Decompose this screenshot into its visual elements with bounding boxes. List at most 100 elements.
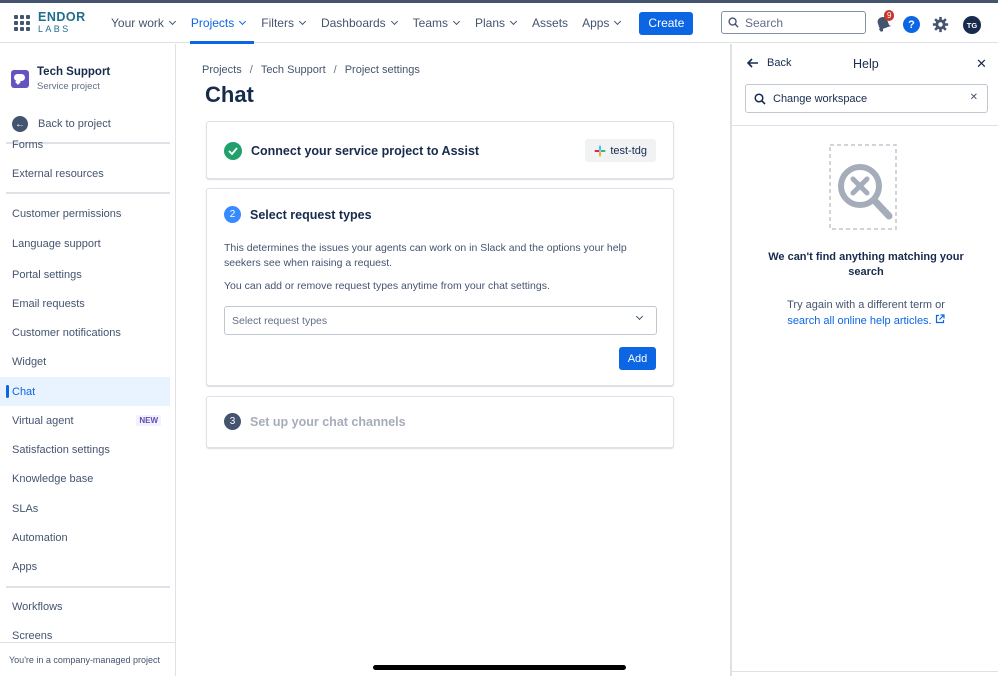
search-icon bbox=[754, 92, 766, 105]
request-types-select[interactable]: Select request types bbox=[224, 306, 657, 335]
sidebar-divider bbox=[6, 586, 170, 588]
breadcrumb-tech-support[interactable]: Tech Support bbox=[261, 64, 326, 76]
chevron-down-icon bbox=[390, 17, 398, 26]
settings-button[interactable] bbox=[932, 16, 949, 33]
new-badge: NEW bbox=[136, 415, 161, 426]
step2-title: Select request types bbox=[250, 207, 372, 222]
empty-state-sub: Try again with a different term or bbox=[787, 299, 945, 311]
check-circle-icon bbox=[224, 142, 242, 160]
nav-projects[interactable]: Projects bbox=[184, 3, 255, 44]
step3-card: 3 Set up your chat channels bbox=[206, 396, 674, 448]
sidebar-item-automation[interactable]: Automation bbox=[0, 523, 170, 552]
endor-labs-logo[interactable]: ENDOR LABS bbox=[38, 11, 92, 34]
sidebar-item-label: Customer notifications bbox=[12, 326, 121, 339]
sidebar-item-knowledge-base[interactable]: Knowledge base bbox=[0, 464, 170, 493]
nav-your-work[interactable]: Your work bbox=[104, 3, 184, 43]
nav-apps[interactable]: Apps bbox=[575, 3, 629, 43]
nav-assets[interactable]: Assets bbox=[525, 3, 575, 43]
help-search-input[interactable]: Change workspace ✕ bbox=[745, 84, 988, 113]
gear-icon bbox=[932, 16, 949, 33]
global-search-input[interactable]: Search bbox=[721, 11, 866, 34]
logo-line1: ENDOR bbox=[38, 10, 86, 24]
chevron-down-icon bbox=[298, 17, 306, 26]
empty-state-text: Try again with a different term or searc… bbox=[760, 297, 972, 329]
create-button[interactable]: Create bbox=[639, 11, 694, 35]
sidebar-item-satisfaction-settings[interactable]: Satisfaction settings bbox=[0, 435, 170, 464]
sidebar-footer: You're in a company-managed project bbox=[0, 642, 175, 676]
sidebar-item-slas[interactable]: SLAs bbox=[0, 494, 170, 523]
user-avatar[interactable]: TG bbox=[963, 16, 981, 34]
sidebar-item-label: Language support bbox=[12, 237, 101, 250]
help-back-button[interactable]: Back bbox=[747, 57, 791, 69]
help-button[interactable]: ? bbox=[903, 16, 920, 33]
nav-label: Assets bbox=[532, 16, 569, 30]
breadcrumb-projects[interactable]: Projects bbox=[202, 64, 242, 76]
sidebar-divider bbox=[6, 192, 170, 194]
sidebar-item-label: Portal settings bbox=[12, 268, 82, 281]
help-title: Help bbox=[853, 57, 879, 71]
search-icon bbox=[728, 17, 739, 28]
sidebar-item-customer-notifications[interactable]: Customer notifications bbox=[0, 318, 170, 347]
sidebar-item-virtual-agent[interactable]: Virtual agent NEW bbox=[0, 406, 170, 435]
sidebar-item-label: Virtual agent bbox=[12, 414, 74, 427]
chevron-down-icon bbox=[635, 312, 644, 321]
close-icon[interactable]: ✕ bbox=[976, 56, 987, 72]
chevron-down-icon bbox=[510, 17, 518, 26]
sidebar-item-label: Widget bbox=[12, 355, 47, 368]
help-panel: Back Help ✕ Change workspace ✕ We can't … bbox=[730, 44, 998, 676]
sidebar-item-chat[interactable]: Chat bbox=[0, 377, 170, 406]
breadcrumb: Projects / Tech Support / Project settin… bbox=[202, 64, 420, 76]
sidebar-item-label: Satisfaction settings bbox=[12, 443, 110, 456]
nav-label: Apps bbox=[582, 16, 610, 30]
project-sidebar: Tech Support Service project ← Back to p… bbox=[0, 44, 176, 676]
sidebar-item-workflows[interactable]: Workflows bbox=[0, 592, 170, 621]
back-to-project-label: Back to project bbox=[38, 118, 111, 130]
nav-label: Teams bbox=[412, 16, 449, 30]
nav-teams[interactable]: Teams bbox=[406, 3, 468, 43]
sidebar-item-label: Forms bbox=[12, 138, 44, 151]
external-link-icon bbox=[935, 314, 945, 324]
sidebar-item-external-resources[interactable]: External resources bbox=[0, 159, 170, 188]
logo-line2: LABS bbox=[38, 23, 71, 34]
chevron-down-icon bbox=[168, 17, 176, 26]
sidebar-item-email-requests[interactable]: Email requests bbox=[0, 289, 170, 318]
notifications-button[interactable]: 9 bbox=[874, 10, 895, 33]
top-navigation: ENDOR LABS Your work Projects Filters Da… bbox=[0, 3, 998, 44]
slack-workspace-pill[interactable]: test-tdg bbox=[585, 139, 656, 162]
home-indicator bbox=[373, 665, 626, 670]
step2-number: 2 bbox=[224, 206, 241, 223]
help-header: Back Help ✕ bbox=[732, 44, 998, 84]
sidebar-item-customer-permissions[interactable]: Customer permissions bbox=[0, 199, 170, 228]
sidebar-item-label: Workflows bbox=[12, 600, 63, 613]
sidebar-item-apps[interactable]: Apps bbox=[0, 552, 170, 581]
breadcrumb-separator: / bbox=[249, 64, 253, 76]
sidebar-item-portal-settings[interactable]: Portal settings bbox=[0, 260, 170, 289]
search-placeholder: Search bbox=[745, 15, 784, 30]
add-button[interactable]: Add bbox=[619, 347, 656, 370]
step1-header: Connect your service project to Assist bbox=[224, 142, 479, 160]
nav-label: Filters bbox=[261, 16, 294, 30]
step3-number: 3 bbox=[224, 413, 241, 430]
help-back-label: Back bbox=[767, 57, 792, 69]
sidebar-item-widget[interactable]: Widget bbox=[0, 347, 170, 376]
select-placeholder: Select request types bbox=[232, 314, 328, 327]
arrow-left-icon bbox=[747, 58, 758, 68]
step3-header: 3 Set up your chat channels bbox=[224, 413, 406, 430]
search-online-help-link[interactable]: search all online help articles. bbox=[787, 314, 945, 327]
app-switcher-icon[interactable] bbox=[14, 15, 30, 31]
project-icon bbox=[11, 70, 29, 88]
sidebar-item-forms[interactable]: Forms bbox=[0, 130, 170, 159]
nav-filters[interactable]: Filters bbox=[254, 3, 314, 43]
project-header[interactable]: Tech Support Service project bbox=[11, 66, 110, 92]
sidebar-item-language-support[interactable]: Language support bbox=[0, 229, 170, 258]
nav-label: Plans bbox=[475, 16, 506, 30]
step1-title: Connect your service project to Assist bbox=[251, 144, 480, 158]
breadcrumb-project-settings[interactable]: Project settings bbox=[345, 64, 420, 76]
clear-search-icon[interactable]: ✕ bbox=[970, 92, 978, 103]
step2-note: You can add or remove request types anyt… bbox=[224, 280, 550, 292]
workspace-name: test-tdg bbox=[610, 144, 647, 157]
step1-card: Connect your service project to Assist t… bbox=[206, 121, 674, 179]
nav-dashboards[interactable]: Dashboards bbox=[314, 3, 406, 43]
nav-plans[interactable]: Plans bbox=[468, 3, 525, 43]
help-bottom-divider bbox=[732, 671, 998, 672]
